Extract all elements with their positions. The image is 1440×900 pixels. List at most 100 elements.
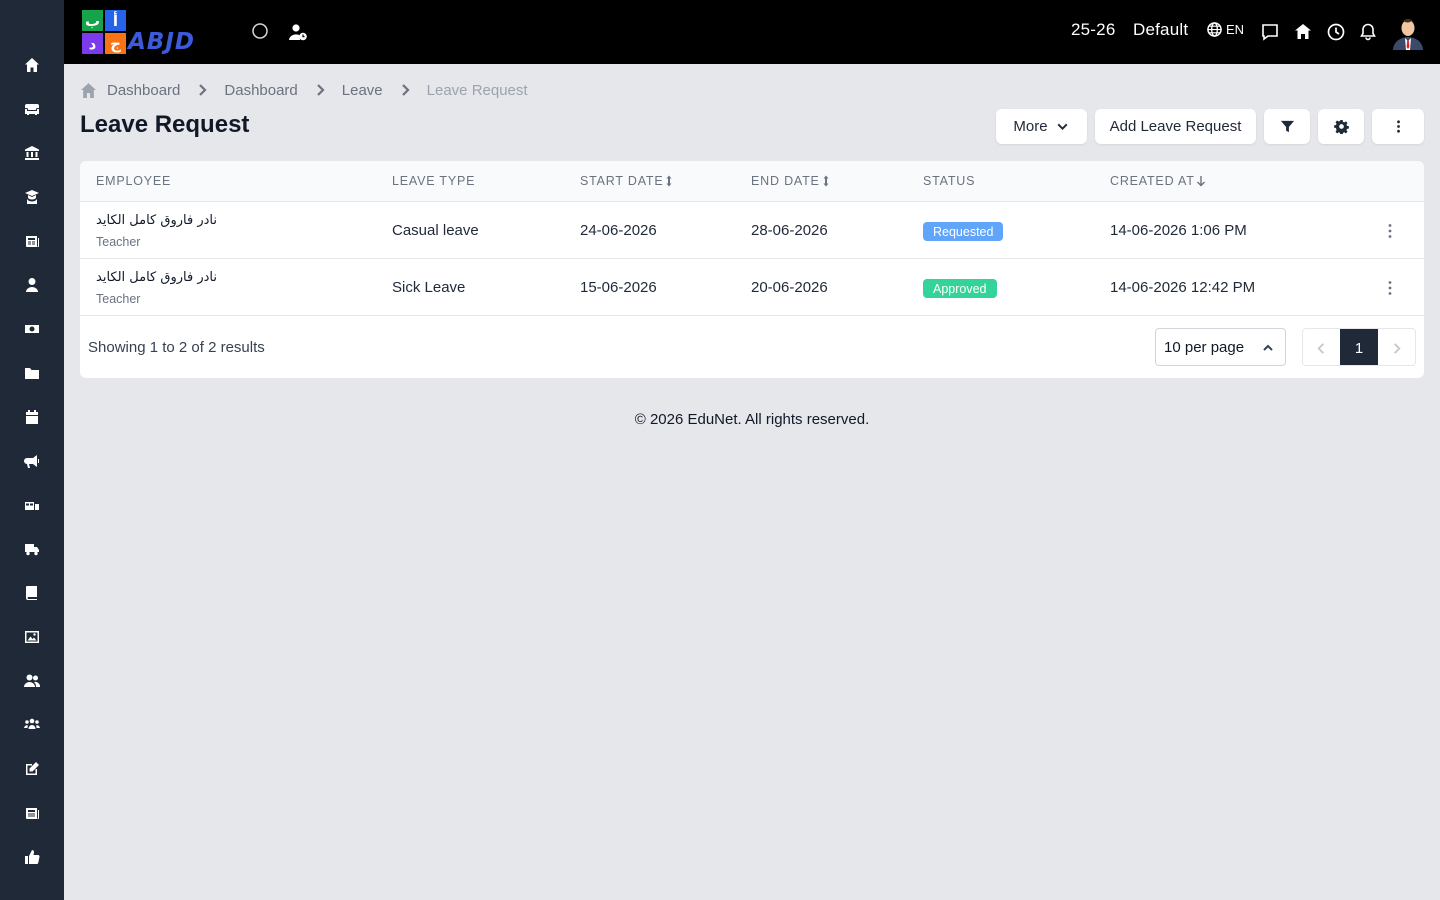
circle-icon (252, 23, 268, 39)
sidebar-item-students[interactable] (0, 175, 64, 219)
status-badge: Approved (923, 279, 997, 298)
sidebar-item-finance[interactable] (0, 131, 64, 175)
table-row[interactable]: نادر فاروق كامل الكايد Teacher Sick Leav… (80, 259, 1424, 316)
session-selector[interactable]: 25-26 (1071, 20, 1115, 40)
per-page-select[interactable]: 10 per page (1155, 328, 1286, 366)
column-header-employee: EMPLOYEE (96, 174, 171, 188)
breadcrumb-home[interactable] (80, 82, 97, 99)
employee-name: نادر فاروق كامل الكايد (96, 270, 217, 285)
end-date: 28-06-2026 (751, 222, 828, 239)
sidebar-item-transport-school[interactable] (0, 483, 64, 527)
chevron-left-icon (1317, 342, 1325, 354)
column-header-label: START DATE (580, 174, 664, 188)
chat-icon (1262, 24, 1278, 41)
page-button-current[interactable]: 1 (1340, 329, 1378, 365)
graduate-icon (25, 190, 39, 204)
previous-page-button[interactable] (1303, 329, 1340, 365)
edit-icon (26, 762, 39, 775)
column-header-status: STATUS (923, 174, 975, 188)
logo-tile: د (82, 33, 103, 54)
user-clock-button[interactable] (284, 18, 312, 46)
column-header-end-date[interactable]: END DATE (751, 174, 831, 188)
options-menu-button[interactable] (1372, 109, 1424, 144)
breadcrumb-item-dashboard[interactable]: Dashboard (224, 82, 297, 99)
filter-button[interactable] (1264, 109, 1310, 144)
profile-selector[interactable]: Default (1133, 20, 1188, 40)
kebab-menu-icon (1388, 281, 1392, 295)
clock-icon (1327, 23, 1345, 41)
more-button[interactable]: More (996, 109, 1087, 144)
settings-button[interactable] (1318, 109, 1364, 144)
sidebar-item-files[interactable] (0, 351, 64, 395)
column-header-label: END DATE (751, 174, 820, 188)
end-date: 20-06-2026 (751, 279, 828, 296)
column-header-label: EMPLOYEE (96, 174, 172, 188)
sidebar-item-home[interactable] (0, 43, 64, 87)
group-icon (24, 718, 40, 729)
logo-tile: ج (105, 33, 126, 54)
users-icon (24, 674, 40, 687)
sidebar-item-library[interactable] (0, 571, 64, 615)
column-header-start-date[interactable]: START DATE (580, 174, 674, 188)
sidebar-item-fees[interactable] (0, 307, 64, 351)
calendar-icon (26, 410, 38, 424)
app-logo[interactable]: ب أ د ج ABJD (80, 8, 225, 56)
sort-desc-icon (1196, 176, 1205, 187)
sidebar-item-calendar[interactable] (0, 395, 64, 439)
newspaper-icon (26, 236, 39, 247)
thumbs-up-icon (25, 849, 40, 865)
sidebar-item-feedback[interactable] (0, 835, 64, 879)
pagination: 1 (1302, 328, 1416, 366)
language-selector[interactable]: EN (1207, 22, 1244, 37)
breadcrumb-item-dashboard[interactable]: Dashboard (107, 82, 180, 99)
sidebar-item-rooms[interactable] (0, 87, 64, 131)
gear-icon (1333, 119, 1349, 134)
megaphone-icon (24, 455, 39, 468)
notifications-button[interactable] (1354, 18, 1382, 46)
start-date: 15-06-2026 (580, 279, 657, 296)
school-button[interactable] (1289, 18, 1317, 46)
row-actions-button[interactable] (1378, 276, 1402, 300)
messages-button[interactable] (1256, 18, 1284, 46)
sidebar-item-news[interactable] (0, 791, 64, 835)
chevron-right-icon (401, 84, 410, 96)
logo-word: ABJD (128, 29, 195, 55)
employee-name: نادر فاروق كامل الكايد (96, 213, 217, 228)
table-row[interactable]: نادر فاروق كامل الكايد Teacher Casual le… (80, 202, 1424, 259)
filter-icon (1280, 120, 1294, 133)
truck-icon (25, 544, 39, 556)
employee-role: Teacher (96, 292, 141, 306)
bus-school-icon (25, 502, 39, 510)
breadcrumb-separator (298, 83, 342, 97)
home-icon (81, 82, 96, 98)
money-icon (25, 325, 39, 333)
bell-icon (1360, 23, 1376, 41)
sidebar-item-announcements[interactable] (0, 439, 64, 483)
next-page-button[interactable] (1378, 329, 1415, 365)
sidebar-item-edit[interactable] (0, 747, 64, 791)
avatar-icon (1393, 19, 1423, 50)
per-page-value: 10 per page (1164, 338, 1245, 356)
column-header-created-at[interactable]: CREATED AT (1110, 174, 1206, 188)
sidebar-item-exams[interactable] (0, 219, 64, 263)
created-at: 14-06-2026 12:42 PM (1110, 279, 1256, 296)
more-button-label: More (1013, 118, 1048, 135)
row-actions-button[interactable] (1378, 219, 1402, 243)
sidebar-item-employees[interactable] (0, 263, 64, 307)
history-button[interactable] (1322, 18, 1350, 46)
user-avatar[interactable] (1392, 14, 1424, 50)
add-leave-request-label: Add Leave Request (1109, 118, 1242, 135)
sofa-icon (25, 104, 39, 115)
add-leave-request-button[interactable]: Add Leave Request (1095, 109, 1256, 144)
sidebar-item-groups[interactable] (0, 703, 64, 747)
sidebar-item-users[interactable] (0, 659, 64, 703)
sidebar-item-gallery[interactable] (0, 615, 64, 659)
kebab-menu-icon (1388, 224, 1392, 238)
sidebar-item-transport[interactable] (0, 527, 64, 571)
user-clock-icon (289, 24, 307, 41)
breadcrumb-item-leave[interactable]: Leave (342, 82, 383, 99)
language-label: EN (1226, 22, 1245, 37)
logo-tile: أ (105, 10, 126, 31)
results-summary: Showing 1 to 2 of 2 results (88, 339, 265, 356)
theme-toggle-button[interactable] (246, 18, 274, 46)
